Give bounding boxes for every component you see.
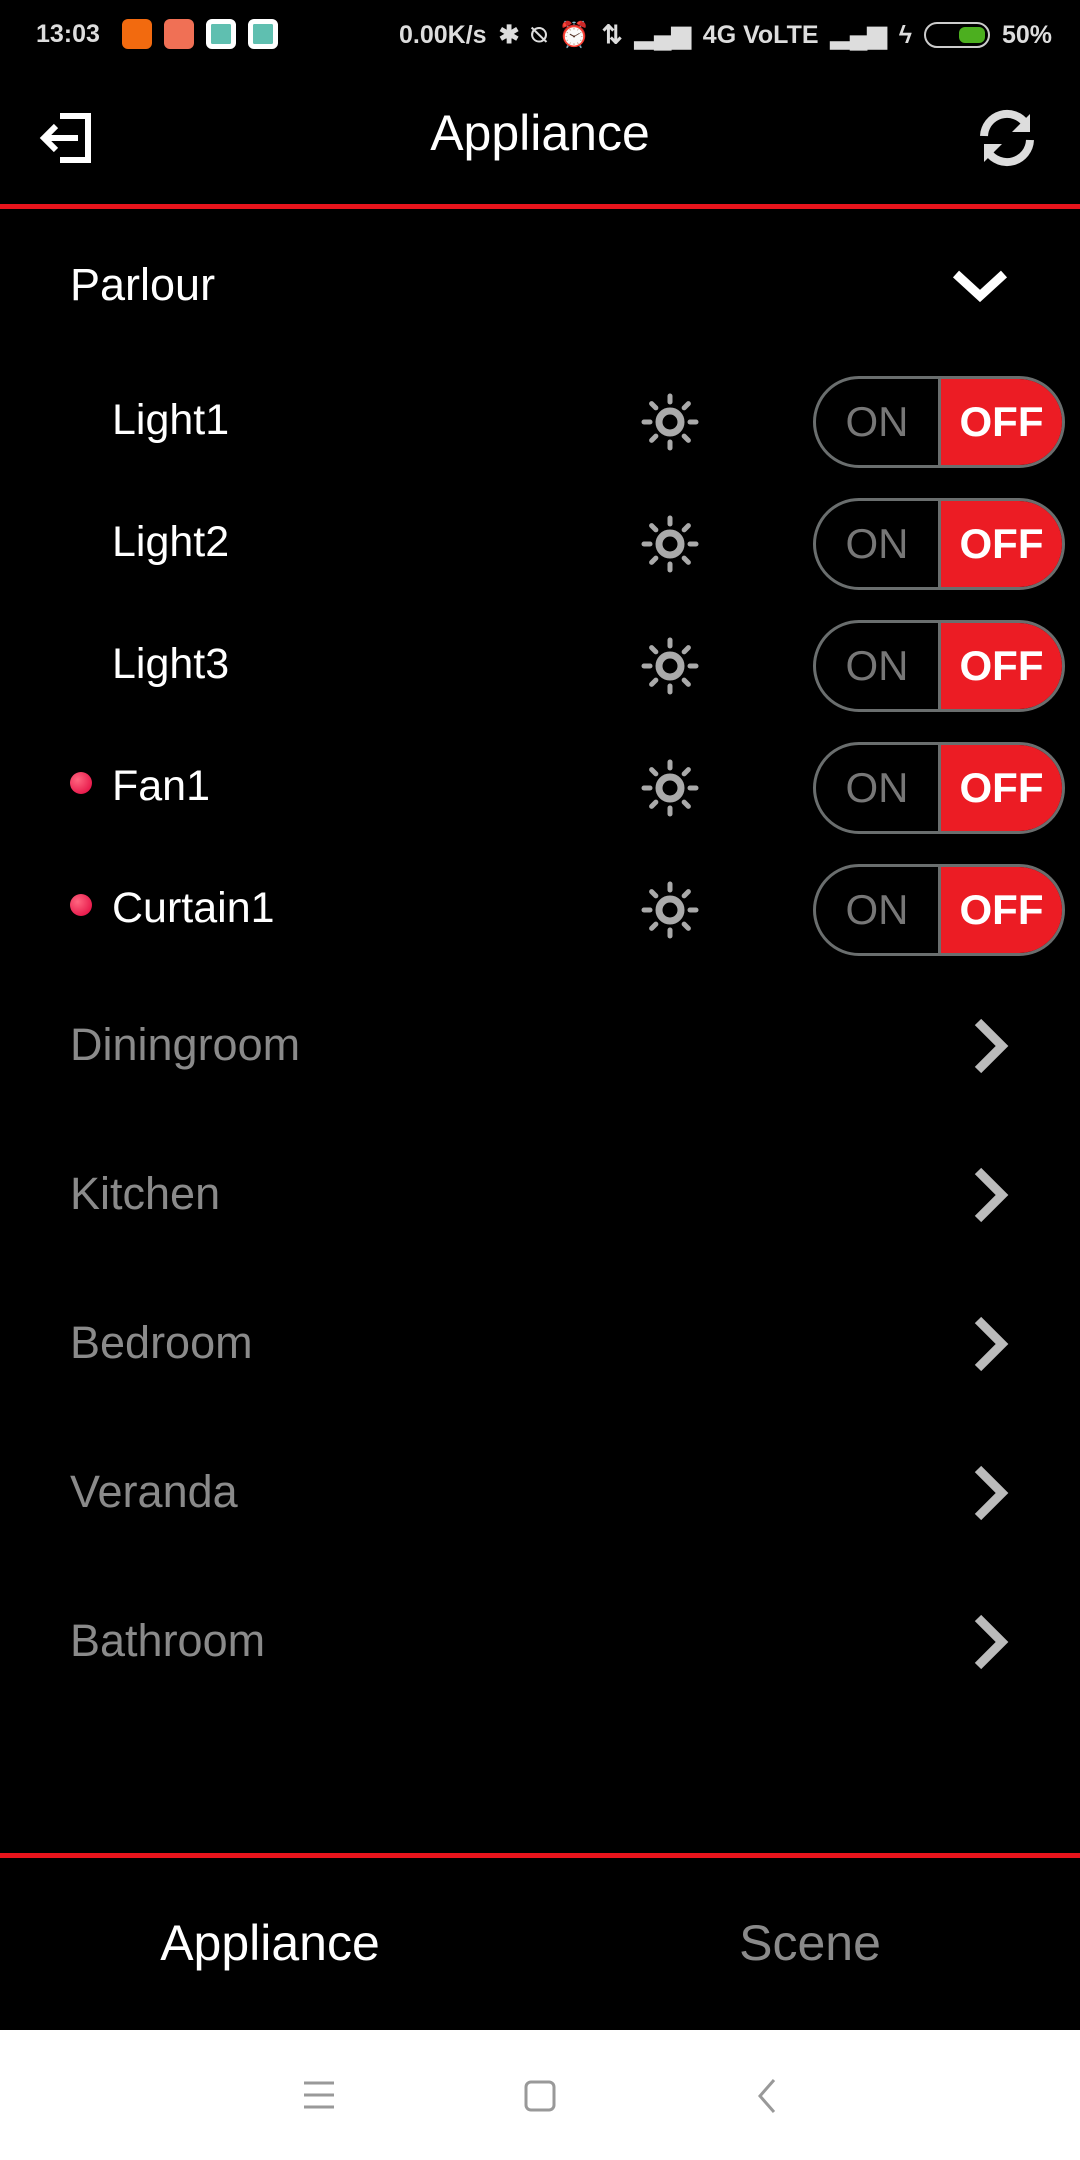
signal-icon: ▂▄▆ [634, 21, 691, 49]
home-icon[interactable] [524, 2080, 556, 2112]
chevron-right-icon[interactable] [966, 1016, 1016, 1076]
data-arrows-icon: ⇅ [601, 21, 623, 49]
room-name[interactable]: Kitchen [70, 1168, 220, 1220]
mute-icon: ⍉ [531, 20, 547, 49]
indicator-dot [70, 772, 92, 794]
room-name[interactable]: Diningroom [70, 1019, 300, 1071]
chevron-right-icon[interactable] [966, 1612, 1016, 1672]
header-divider [0, 204, 1080, 209]
device-name: Curtain1 [112, 884, 275, 932]
room-name[interactable]: Bedroom [70, 1317, 253, 1369]
on-off-toggle[interactable]: ON OFF [813, 864, 1065, 956]
signal-icon: ▂▄▆ [830, 21, 887, 49]
chevron-right-icon[interactable] [966, 1463, 1016, 1523]
on-off-toggle[interactable]: ON OFF [813, 498, 1065, 590]
device-name: Light1 [112, 396, 230, 444]
mi-store-icon [164, 19, 194, 49]
mi-app-icon [122, 19, 152, 49]
toggle-on-label[interactable]: ON [816, 623, 941, 709]
brightness-icon[interactable] [636, 632, 704, 700]
charging-icon: ϟ [898, 20, 912, 49]
room-name[interactable]: Veranda [70, 1466, 238, 1518]
chevron-right-icon[interactable] [966, 1165, 1016, 1225]
music-icon [248, 19, 278, 49]
page-title: Appliance [430, 105, 650, 161]
bluetooth-icon: ✱ [498, 21, 520, 49]
brightness-icon[interactable] [636, 510, 704, 578]
toggle-off-label[interactable]: OFF [941, 867, 1062, 953]
toggle-off-label[interactable]: OFF [941, 623, 1062, 709]
brightness-icon[interactable] [636, 388, 704, 456]
on-off-toggle[interactable]: ON OFF [813, 620, 1065, 712]
tabbar-divider [0, 1853, 1080, 1858]
system-nav-bar [0, 2030, 1080, 2160]
device-name: Fan1 [112, 762, 211, 810]
toggle-off-label[interactable]: OFF [941, 501, 1062, 587]
group-parlour[interactable]: Parlour [70, 259, 215, 311]
status-bar: 13:03 0.00K/s ✱ ⍉ ⏰ ⇅ ▂▄▆ 4G VoLTE ▂▄▆ ϟ… [0, 0, 1080, 70]
room-name[interactable]: Bathroom [70, 1615, 265, 1667]
tab-scene[interactable]: Scene [540, 1914, 1080, 1972]
toggle-on-label[interactable]: ON [816, 745, 941, 831]
chevron-down-icon[interactable] [950, 266, 1010, 306]
music-icon [206, 19, 236, 49]
toggle-off-label[interactable]: OFF [941, 379, 1062, 465]
tab-appliance[interactable]: Appliance [0, 1914, 540, 1972]
chevron-right-icon[interactable] [966, 1314, 1016, 1374]
on-off-toggle[interactable]: ON OFF [813, 376, 1065, 468]
brightness-icon[interactable] [636, 876, 704, 944]
net-speed: 0.00K/s [399, 20, 487, 49]
device-name: Light2 [112, 518, 230, 566]
menu-icon[interactable] [302, 2080, 336, 2110]
battery-percent: 50% [1001, 20, 1052, 49]
toggle-off-label[interactable]: OFF [941, 745, 1062, 831]
back-icon[interactable] [756, 2078, 778, 2114]
alarm-icon: ⏰ [558, 20, 590, 49]
device-name: Light3 [112, 640, 230, 688]
network-type: 4G VoLTE [702, 20, 819, 49]
toggle-on-label[interactable]: ON [816, 379, 941, 465]
toggle-on-label[interactable]: ON [816, 867, 941, 953]
battery-icon [923, 22, 990, 48]
on-off-toggle[interactable]: ON OFF [813, 742, 1065, 834]
toggle-on-label[interactable]: ON [816, 501, 941, 587]
brightness-icon[interactable] [636, 754, 704, 822]
indicator-dot [70, 894, 92, 916]
status-time: 13:03 [36, 20, 100, 48]
